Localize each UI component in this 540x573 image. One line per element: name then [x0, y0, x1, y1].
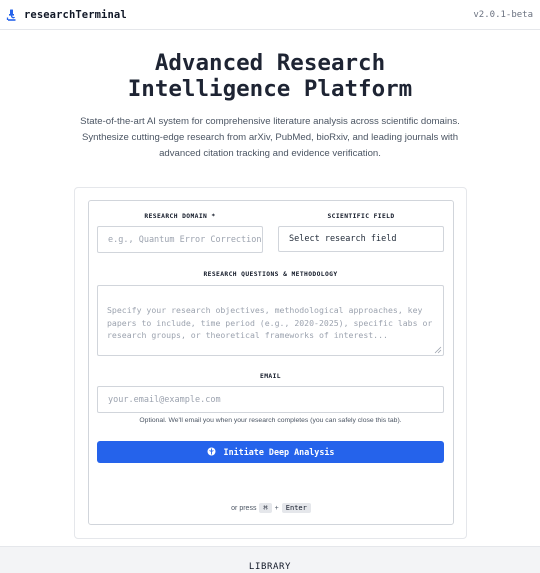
initiate-analysis-label: Initiate Deep Analysis	[223, 447, 335, 457]
app-name: researchTerminal	[24, 8, 127, 21]
hero: Advanced Research Intelligence Platform …	[0, 30, 540, 162]
library-heading[interactable]: LIBRARY	[0, 562, 540, 572]
shortcut-key-cmd: ⌘	[259, 503, 272, 513]
initiate-analysis-button[interactable]: Initiate Deep Analysis	[97, 441, 444, 463]
scientific-field-label: SCIENTIFIC FIELD	[327, 213, 395, 220]
research-domain-label: RESEARCH DOMAIN *	[144, 213, 216, 220]
research-questions-placeholder: Specify your research objectives, method…	[107, 305, 433, 341]
scientific-field-value: Select research field	[289, 234, 397, 244]
email-field[interactable]: your.email@example.com	[97, 386, 444, 413]
email-placeholder: your.email@example.com	[108, 394, 221, 405]
email-label: EMAIL	[260, 373, 281, 380]
top-bar: researchTerminal v2.0.1-beta	[0, 0, 540, 30]
email-note: Optional. We'll email you when your rese…	[139, 417, 402, 424]
brand[interactable]: researchTerminal	[6, 9, 127, 21]
keyboard-shortcut-hint: or press ⌘ + Enter	[88, 503, 454, 513]
scientific-field-select[interactable]: Select research field	[278, 226, 444, 252]
research-questions-textarea[interactable]: Specify your research objectives, method…	[97, 285, 444, 356]
page-subtitle: State-of-the-art AI system for comprehen…	[80, 116, 460, 159]
version-badge: v2.0.1-beta	[473, 9, 533, 20]
library-section: LIBRARY	[0, 546, 540, 573]
research-domain-input[interactable]: e.g., Quantum Error Correction	[97, 226, 263, 253]
shortcut-prefix: or press	[231, 504, 257, 512]
brain-icon	[207, 447, 216, 458]
shortcut-key-enter: Enter	[281, 503, 311, 513]
resize-handle-icon[interactable]	[434, 346, 442, 354]
shortcut-plus: +	[274, 504, 279, 512]
microscope-icon	[6, 9, 17, 21]
research-domain-placeholder: e.g., Quantum Error Correction	[108, 234, 262, 245]
research-questions-label: RESEARCH QUESTIONS & METHODOLOGY	[203, 271, 338, 278]
page-title: Advanced Research Intelligence Platform	[127, 50, 413, 102]
